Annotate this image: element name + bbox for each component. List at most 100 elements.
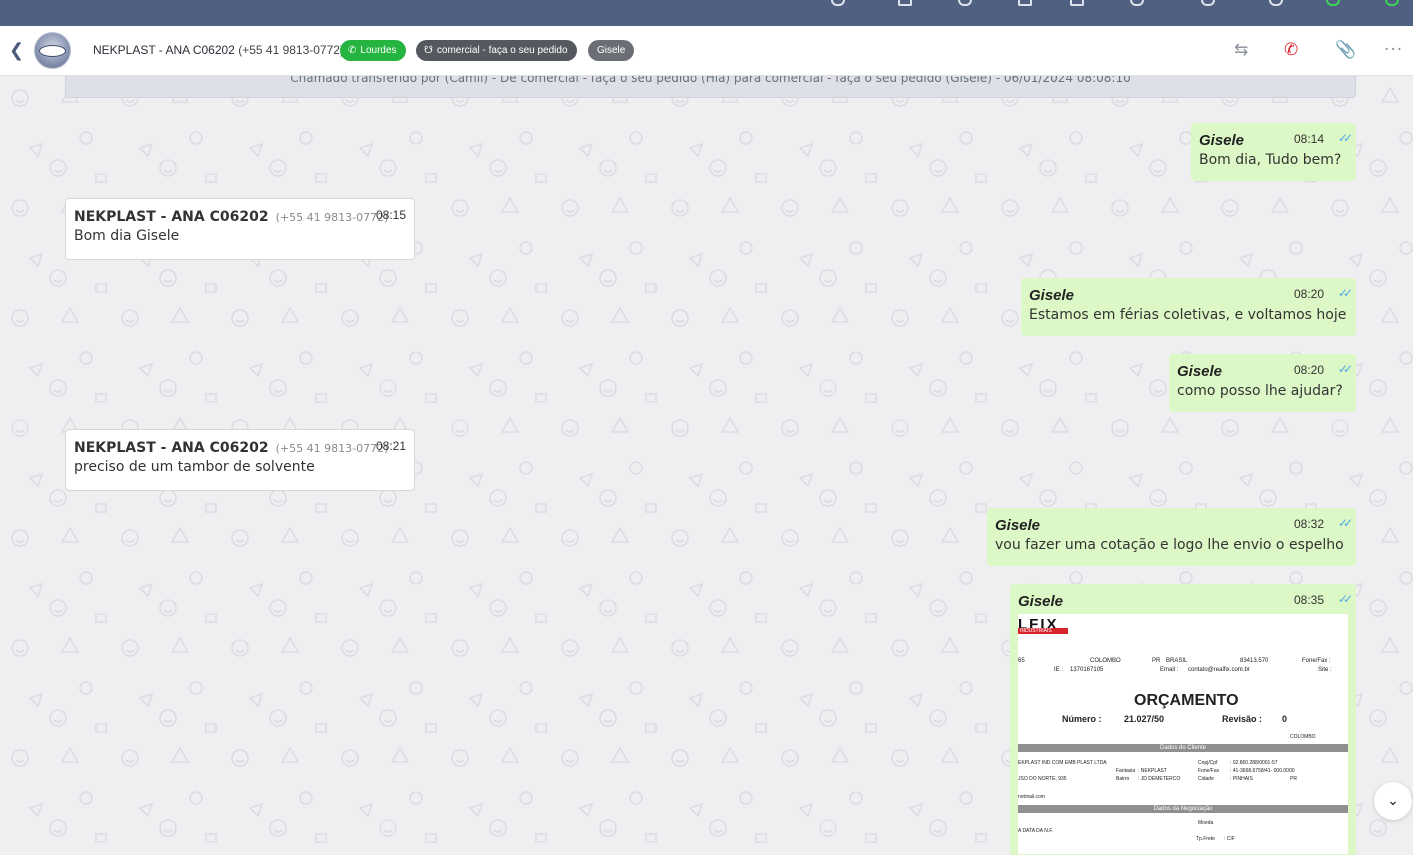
message-header: Gisele 08:14 ✓✓	[1199, 130, 1353, 149]
chat-icon[interactable]	[831, 0, 845, 6]
message-header: Gisele 08:20 ✓✓	[1029, 285, 1353, 304]
more-options-icon[interactable]: ···	[1384, 39, 1403, 61]
scroll-down-button[interactable]: ⌄	[1374, 782, 1412, 820]
message-sender: Gisele	[1029, 287, 1075, 304]
doc-text: Número :	[1062, 714, 1102, 724]
doc-text: : 02.860.288/0001-57	[1230, 760, 1278, 766]
doc-text: PR	[1152, 658, 1161, 664]
chat-header: ❮ NEKPLAST - ANA C06202 (+55 41 9813-077…	[0, 26, 1413, 76]
message-text: Bom dia, Tudo bem?	[1199, 152, 1342, 168]
message-header: Gisele 08:35 ✓✓	[1018, 591, 1353, 610]
doc-text: COLOMBO	[1090, 658, 1121, 664]
clipboard-icon[interactable]	[1018, 0, 1032, 6]
message-sender-phone: (+55 41 9813-0772)	[275, 211, 389, 224]
help-icon[interactable]	[1269, 0, 1283, 6]
doc-text: 1370167105	[1070, 667, 1104, 673]
message-time: 08:32	[1293, 517, 1324, 531]
double-check-icon: ✓✓	[1337, 131, 1353, 145]
message-sender: NEKPLAST - ANA C06202	[74, 440, 269, 456]
doc-text: : NEKPLAST	[1138, 768, 1167, 774]
company-logo-sub: INDUSTRIAIS	[1018, 628, 1068, 634]
document-message-bubble[interactable]: Gisele 08:35 ✓✓ LFIX INDUSTRIAIS 65 COLO…	[1010, 584, 1356, 855]
contact-avatar[interactable]	[34, 32, 71, 69]
doc-text: : 41-3668.6758/41- 000.0000	[1230, 768, 1295, 774]
doc-section-header: Dados da Negociação	[1018, 805, 1348, 813]
department-tag[interactable]: ☋ comercial - faça o seu pedido	[416, 40, 577, 61]
whatsapp-status-icon[interactable]	[1326, 0, 1340, 6]
doc-section-header: Dados do Cliente	[1018, 744, 1348, 752]
contact-name: NEKPLAST - ANA C06202	[93, 43, 235, 57]
message-bubble[interactable]: NEKPLAST - ANA C06202 (+55 41 9813-0772)…	[65, 429, 415, 491]
user-icon[interactable]	[1201, 0, 1215, 6]
doc-text: : CIF	[1224, 836, 1235, 842]
paperclip-icon[interactable]: 📎	[1335, 39, 1356, 61]
message-sender: Gisele	[995, 517, 1041, 534]
whatsapp-icon: ✆	[348, 45, 357, 56]
message-time: 08:35	[1293, 593, 1324, 607]
doc-text: BRASIL	[1166, 658, 1188, 664]
avatar-logo	[39, 45, 66, 57]
message-bubble[interactable]: Gisele 08:32 ✓✓ vou fazer uma cotação e …	[987, 508, 1356, 566]
message-time: 08:15	[375, 208, 406, 222]
message-sender: Gisele	[1199, 132, 1245, 149]
contact-title: NEKPLAST - ANA C06202 (+55 41 9813-0772)	[93, 43, 344, 57]
double-check-icon: ✓✓	[1337, 592, 1353, 606]
chevron-down-icon: ⌄	[1387, 793, 1399, 809]
doc-text: Email :	[1160, 667, 1179, 673]
message-bubble[interactable]: Gisele 08:20 ✓✓ como posso lhe ajudar?	[1169, 354, 1356, 412]
online-status-icon[interactable]	[1385, 0, 1399, 6]
message-header: Gisele 08:32 ✓✓	[995, 515, 1353, 534]
message-bubble[interactable]: NEKPLAST - ANA C06202 (+55 41 9813-0772)…	[65, 198, 415, 260]
message-sender-phone: (+55 41 9813-0772)	[275, 442, 389, 455]
end-call-icon[interactable]: ✆	[1284, 39, 1298, 61]
sitemap-icon: ☋	[424, 45, 433, 56]
message-sender: Gisele	[1018, 593, 1064, 610]
contact-phone: (+55 41 9813-0772)	[238, 43, 344, 57]
doc-text: Site :	[1318, 667, 1332, 673]
app-top-bar	[0, 0, 1413, 26]
message-text: Bom dia Gisele	[74, 228, 180, 244]
doc-text: 0	[1282, 714, 1288, 724]
message-time: 08:14	[1293, 132, 1324, 146]
location-icon[interactable]	[958, 0, 972, 6]
doc-text: Revisão :	[1222, 714, 1263, 724]
department-tag-label: comercial - faça o seu pedido	[436, 45, 568, 56]
message-text: preciso de um tambor de solvente	[74, 459, 315, 475]
doc-text: 83413.570	[1240, 658, 1269, 664]
document-title: ORÇAMENTO	[1134, 692, 1239, 709]
doc-text: contato@realfix.com.br	[1188, 667, 1250, 673]
message-time: 08:20	[1293, 363, 1324, 377]
doc-text: : JD DEMETERCO	[1138, 776, 1181, 782]
doc-text: Cnpj/Cpf	[1198, 760, 1218, 766]
doc-text: 65	[1018, 658, 1025, 664]
chat-area[interactable]: Chamado transferido por (Camil) - De com…	[0, 76, 1413, 855]
document-icon[interactable]	[898, 0, 912, 6]
channel-tag-label: Lourdes	[360, 45, 397, 56]
back-chevron-icon[interactable]: ❮	[9, 41, 24, 61]
transfer-notice: Chamado transferido por (Camil) - De com…	[65, 76, 1356, 98]
doc-text: Cidade	[1198, 776, 1214, 782]
transfer-icon[interactable]: ⇆	[1234, 39, 1248, 61]
message-bubble[interactable]: Gisele 08:20 ✓✓ Estamos em férias coleti…	[1021, 278, 1356, 336]
message-bubble[interactable]: Gisele 08:14 ✓✓ Bom dia, Tudo bem?	[1191, 123, 1356, 181]
doc-text: Fone/Fax :	[1302, 658, 1331, 664]
user-tag[interactable]: Gisele	[588, 40, 635, 61]
doc-text: JSO DO NORTE, 935	[1018, 776, 1067, 782]
channel-tag[interactable]: ✆ Lourdes	[340, 40, 406, 61]
doc-text: notmail.com	[1018, 794, 1045, 800]
double-check-icon: ✓✓	[1337, 362, 1353, 376]
message-time: 08:20	[1293, 287, 1324, 301]
doc-text: Fone/Fax	[1198, 768, 1220, 774]
double-check-icon: ✓✓	[1337, 516, 1353, 530]
message-text: vou fazer uma cotação e logo lhe envio o…	[995, 537, 1344, 553]
doc-text: A DATA DA N.F.	[1018, 828, 1054, 834]
doc-text: PR	[1290, 776, 1297, 782]
doc-text: : PINHAIS	[1230, 776, 1253, 782]
doc-text: EKPLAST IND COM EMB PLAST LTDA	[1018, 760, 1107, 766]
quote-document-preview[interactable]: LFIX INDUSTRIAIS 65 COLOMBO PR BRASIL 83…	[1018, 614, 1348, 854]
clock-icon[interactable]	[1130, 0, 1144, 6]
chart-icon[interactable]	[1070, 0, 1084, 6]
doc-text: Fantasia	[1116, 768, 1136, 774]
double-check-icon: ✓✓	[1337, 286, 1353, 300]
doc-text: Bairro	[1116, 776, 1130, 782]
